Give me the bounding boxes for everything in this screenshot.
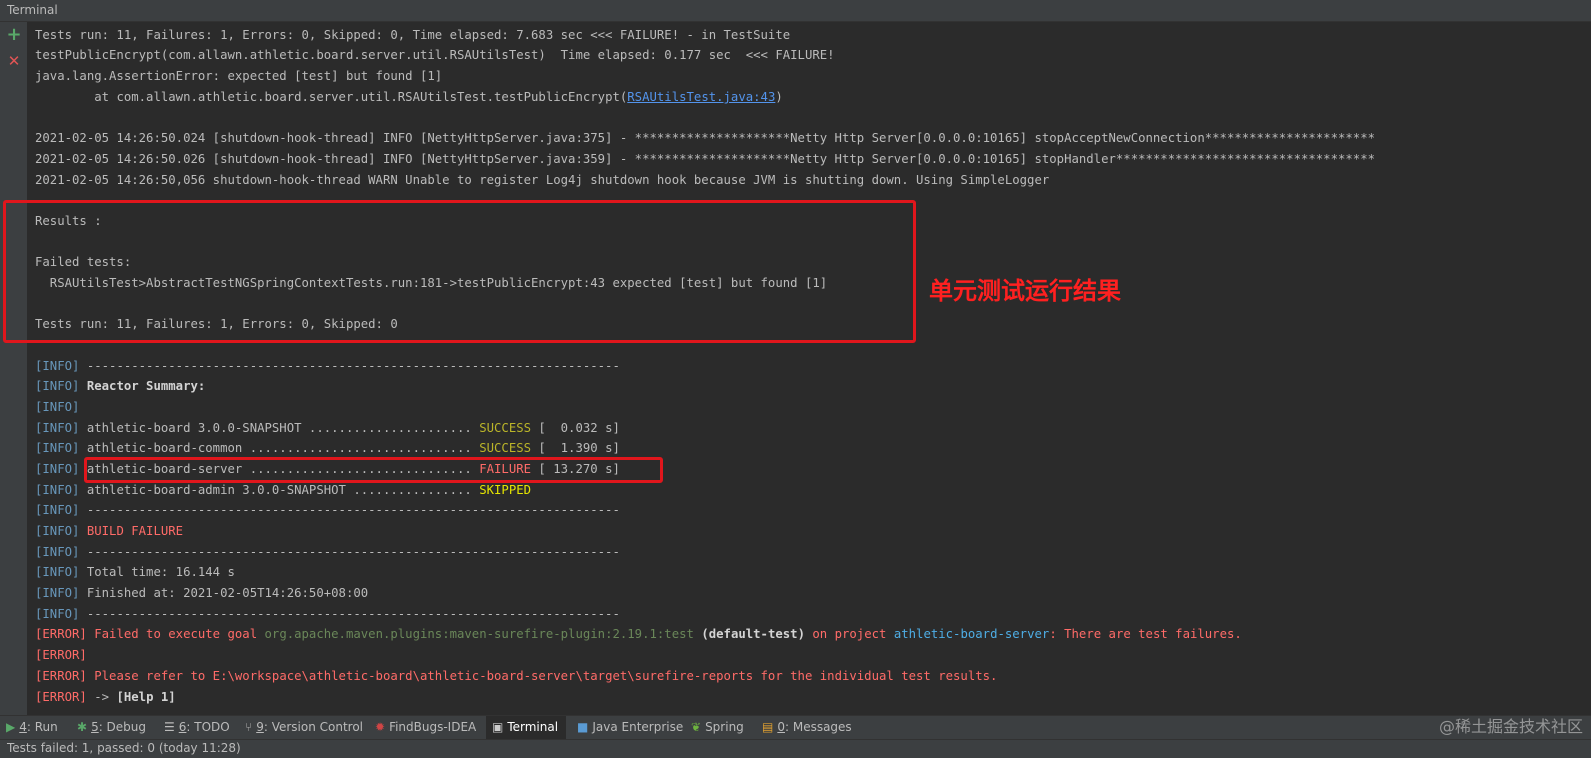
console-line: [ERROR] Please refer to E:\workspace\ath… <box>35 666 997 686</box>
console-line: 2021-02-05 14:26:50.026 [shutdown-hook-t… <box>35 152 1376 166</box>
window-title: Terminal <box>7 3 58 17</box>
terminal-output[interactable]: Tests run: 11, Failures: 1, Errors: 0, S… <box>27 22 1591 715</box>
finished-at-text: Finished at: 2021-02-05T14:26:50+08:00 <box>79 586 369 600</box>
error-text: on project <box>804 627 894 641</box>
console-line: [INFO] athletic-board-common ...........… <box>35 438 620 458</box>
module-status: SKIPPED <box>479 483 532 497</box>
status-bar: Tests failed: 1, passed: 0 (today 11:28) <box>0 739 1591 758</box>
info-tag: [INFO] <box>35 441 80 455</box>
todo-tool-button[interactable]: ☰ 6: TODO <box>164 716 230 739</box>
error-tag: [ERROR] <box>35 648 87 662</box>
stack-trace-close: ) <box>775 90 783 104</box>
close-icon[interactable]: ✕ <box>5 52 23 70</box>
module-name: athletic-board-common ..................… <box>79 441 480 455</box>
console-line: [INFO] Finished at: 2021-02-05T14:26:50+… <box>35 583 368 603</box>
terminal-title-bar: Terminal <box>0 0 1591 22</box>
console-line: [ERROR] Failed to execute goal org.apach… <box>35 624 1242 644</box>
help-reference: [Help 1] <box>116 690 176 704</box>
terminal-tool-button[interactable]: ▣ Terminal <box>486 716 567 739</box>
info-tag: [INFO] <box>35 524 80 538</box>
tool-window-bar: ▶ 4: Run ✱ 5: Debug ☰ 6: TODO ⑂ 9: Version C… <box>0 715 1591 739</box>
console-line: 2021-02-05 14:26:50.024 [shutdown-hook-t… <box>35 131 1376 145</box>
project-name: athletic-board-server <box>893 627 1050 641</box>
total-time-text: Total time: 16.144 s <box>79 565 235 579</box>
separator-text: ----------------------------------------… <box>79 607 620 621</box>
status-text: Tests failed: 1, passed: 0 (today 11:28) <box>7 741 241 755</box>
separator-text: ----------------------------------------… <box>79 545 620 559</box>
source-file-link[interactable]: RSAUtilsTest.java:43 <box>627 90 775 104</box>
console-line: Tests run: 11, Failures: 1, Errors: 0, S… <box>35 28 791 42</box>
version-control-tool-button[interactable]: ⑂ 9: Version Control <box>245 716 363 739</box>
console-line: [INFO] ---------------------------------… <box>35 500 620 520</box>
java-enterprise-icon: ■ <box>577 720 589 734</box>
plus-icon[interactable]: + <box>5 26 23 44</box>
console-line: [INFO] ---------------------------------… <box>35 542 620 562</box>
module-name: athletic-board-admin 3.0.0-SNAPSHOT ....… <box>79 483 480 497</box>
info-tag: [INFO] <box>35 359 80 373</box>
module-status: SUCCESS <box>479 421 532 435</box>
info-tag: [INFO] <box>35 400 80 414</box>
console-line: [INFO] ---------------------------------… <box>35 356 620 376</box>
console-line: [INFO] Reactor Summary: <box>35 376 205 396</box>
console-line: at com.allawn.athletic.board.server.util… <box>35 87 783 107</box>
console-line: 2021-02-05 14:26:50,056 shutdown-hook-th… <box>35 173 1050 187</box>
error-text: : There are test failures. <box>1049 627 1242 641</box>
module-time: [ 1.390 s] <box>531 441 620 455</box>
watermark: @稀土掘金技术社区 <box>1438 717 1583 736</box>
failure-module-highlight-box <box>84 457 663 483</box>
build-failure-text: BUILD FAILURE <box>79 524 184 538</box>
error-tag: [ERROR] <box>35 627 87 641</box>
stack-trace-text: at com.allawn.athletic.board.server.util… <box>35 90 628 104</box>
error-tag: [ERROR] <box>35 669 87 683</box>
execution-id: (default-test) <box>693 627 805 641</box>
console-line: [ERROR] -> [Help 1] <box>35 687 176 707</box>
console-line: [INFO] BUILD FAILURE <box>35 521 183 541</box>
run-icon: ▶ <box>6 720 16 734</box>
error-text: Failed to execute goal <box>86 627 265 641</box>
java-enterprise-tool-button[interactable]: ■ Java Enterprise <box>577 716 683 739</box>
spring-tool-button[interactable]: ❦ Spring <box>691 716 744 739</box>
bug-icon: ✹ <box>375 720 386 734</box>
console-line: [INFO] ---------------------------------… <box>35 604 620 624</box>
console-line: [INFO] athletic-board 3.0.0-SNAPSHOT ...… <box>35 418 620 438</box>
terminal-gutter: + ✕ <box>0 22 27 715</box>
plugin-name: org.apache.maven.plugins:maven-surefire-… <box>264 627 694 641</box>
debug-tool-button[interactable]: ✱ 5: Debug <box>77 716 146 739</box>
results-highlight-box <box>3 200 916 343</box>
error-tag: [ERROR] <box>35 690 87 704</box>
info-tag: [INFO] <box>35 483 80 497</box>
messages-tool-button[interactable]: ▤ 0: Messages <box>762 716 852 739</box>
error-text: Please refer to E:\workspace\athletic-bo… <box>86 669 998 683</box>
findbugs-tool-button[interactable]: ✹ FindBugs-IDEA <box>375 716 476 739</box>
module-time: [ 0.032 s] <box>531 421 620 435</box>
annotation-label: 单元测试运行结果 <box>929 277 1121 305</box>
separator-text: ----------------------------------------… <box>79 359 620 373</box>
todo-icon: ☰ <box>164 720 175 734</box>
info-tag: [INFO] <box>35 607 80 621</box>
version-control-icon: ⑂ <box>245 720 253 734</box>
module-name: athletic-board 3.0.0-SNAPSHOT ..........… <box>79 421 480 435</box>
separator-text: ----------------------------------------… <box>79 503 620 517</box>
reactor-summary-heading: Reactor Summary: <box>79 379 206 393</box>
console-line: testPublicEncrypt(com.allawn.athletic.bo… <box>35 48 835 62</box>
info-tag: [INFO] <box>35 503 80 517</box>
info-tag: [INFO] <box>35 565 80 579</box>
debug-icon: ✱ <box>77 720 88 734</box>
terminal-icon: ▣ <box>492 720 504 734</box>
module-status: SUCCESS <box>479 441 532 455</box>
console-line: [INFO] Total time: 16.144 s <box>35 562 235 582</box>
info-tag: [INFO] <box>35 379 80 393</box>
spring-icon: ❦ <box>691 720 702 734</box>
error-text: -> <box>86 690 117 704</box>
console-line: [INFO] <box>35 397 79 417</box>
console-line: java.lang.AssertionError: expected [test… <box>35 69 443 83</box>
info-tag: [INFO] <box>35 586 80 600</box>
info-tag: [INFO] <box>35 545 80 559</box>
info-tag: [INFO] <box>35 421 80 435</box>
console-line: [ERROR] <box>35 645 87 665</box>
messages-icon: ▤ <box>762 720 774 734</box>
run-tool-button[interactable]: ▶ 4: Run <box>6 716 58 739</box>
console-line: [INFO] athletic-board-admin 3.0.0-SNAPSH… <box>35 480 531 500</box>
info-tag: [INFO] <box>35 462 80 476</box>
